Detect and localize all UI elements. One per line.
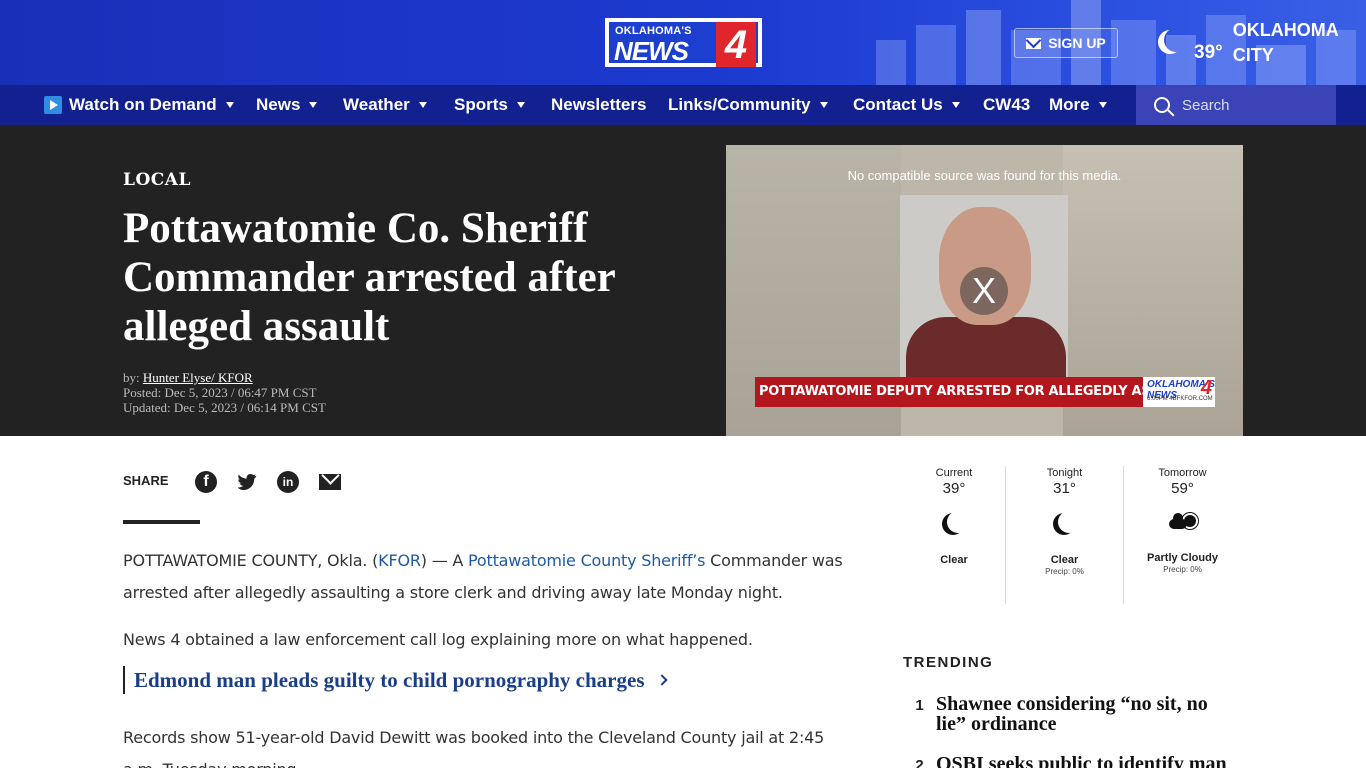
signup-label: SIGN UP	[1048, 35, 1106, 51]
signup-button[interactable]: SIGN UP	[1014, 28, 1118, 58]
chevron-down-icon	[819, 102, 828, 108]
logo-main-text: NEWS	[614, 36, 689, 66]
twitter-bird-shape	[237, 474, 257, 490]
nav-item-newsletters[interactable]: Newsletters	[551, 85, 646, 125]
nav-item-weather[interactable]: Weather	[343, 85, 427, 125]
email-icon[interactable]	[319, 471, 341, 493]
logo-number: 4	[716, 22, 756, 67]
chevron-down-icon	[1098, 102, 1107, 108]
nav-label: News	[256, 95, 301, 114]
site-logo[interactable]: OKLAHOMA'S NEWS 4	[605, 18, 762, 67]
nav-item-cw43[interactable]: CW43	[983, 85, 1030, 125]
lower-third-logo: OKLAHOMA'S NEWS 4 6:00PM 4BFKFOR.COM	[1143, 377, 1215, 407]
facebook-icon[interactable]: f	[195, 471, 217, 493]
posted-date: Posted: Dec 5, 2023 / 06:47 PM CST	[123, 385, 317, 400]
chevron-right-icon	[655, 674, 668, 686]
trending-title: OSBI seeks public to identify man	[936, 753, 1227, 768]
weather-temperature: 59°	[1171, 480, 1194, 497]
video-close-button[interactable]: X	[960, 267, 1008, 315]
article-byline: by: Hunter Elyse/ KFOR Posted: Dec 5, 20…	[123, 370, 326, 415]
related-article-link[interactable]: Edmond man pleads guilty to child pornog…	[123, 666, 668, 694]
nav-item-news[interactable]: News	[256, 85, 318, 125]
sheriff-link[interactable]: Pottawatomie County Sheriff’s	[468, 551, 705, 570]
paragraph-text: POTTAWATOMIE COUNTY, Okla. (	[123, 551, 379, 570]
author-link[interactable]: Hunter Elyse/ KFOR	[143, 370, 253, 385]
chevron-down-icon	[418, 102, 427, 108]
header-weather[interactable]: 39° OKLAHOMA CITY	[1156, 18, 1343, 68]
nav-label: Weather	[343, 95, 410, 114]
weather-column-current[interactable]: Current 39° Clear	[895, 466, 1013, 604]
article-paragraph: POTTAWATOMIE COUNTY, Okla. (KFOR) — A Po…	[123, 545, 843, 609]
moon-icon	[1058, 511, 1080, 533]
nav-label: Newsletters	[551, 95, 647, 114]
nav-item-watch-on-demand[interactable]: Watch on Demand	[44, 85, 234, 125]
video-error-message: No compatible source was found for this …	[847, 168, 1122, 183]
linkedin-icon[interactable]: in	[277, 471, 299, 493]
nav-item-contact-us[interactable]: Contact Us	[853, 85, 960, 125]
weather-condition: Clear	[1050, 554, 1079, 566]
article-paragraph: Records show 51-year-old David Dewitt wa…	[123, 728, 825, 768]
moon-icon	[1164, 28, 1188, 52]
partly-cloudy-icon	[1168, 511, 1198, 535]
weather-temperature: 39°	[942, 480, 966, 497]
trending-item[interactable]: 1 Shawnee considering “no sit, no lie” o…	[903, 694, 1233, 734]
share-divider	[123, 520, 200, 524]
weather-temperature: 31°	[1053, 480, 1076, 497]
search-placeholder: Search	[1182, 96, 1230, 114]
envelope-shape	[319, 474, 341, 490]
trending-heading: TRENDING	[903, 654, 994, 671]
paragraph-text: ) — A	[420, 551, 469, 570]
weather-period: Tonight	[1046, 467, 1083, 479]
video-player[interactable]: No compatible source was found for this …	[726, 145, 1243, 436]
search-input[interactable]: Search	[1136, 85, 1336, 125]
nav-label: Contact Us	[853, 95, 943, 114]
nav-item-links-community[interactable]: Links/Community	[668, 85, 828, 125]
kfor-link[interactable]: KFOR	[378, 551, 421, 570]
weather-column-tonight[interactable]: Tonight 31° Clear Precip: 0%	[1005, 466, 1123, 604]
header-temperature: 39°	[1194, 42, 1223, 63]
chevron-down-icon	[516, 102, 525, 108]
play-icon	[44, 96, 62, 114]
twitter-icon[interactable]	[236, 471, 258, 493]
article-paragraph: News 4 obtained a law enforcement call l…	[123, 630, 753, 649]
weather-period: Current	[935, 467, 973, 479]
article-category[interactable]: LOCAL	[123, 170, 191, 190]
mail-icon	[1026, 37, 1042, 49]
trending-item[interactable]: 2 OSBI seeks public to identify man	[903, 754, 1233, 768]
nav-label: More	[1049, 95, 1090, 114]
nav-label: Links/Community	[668, 95, 811, 114]
header-city: OKLAHOMA CITY	[1232, 20, 1339, 65]
trending-number: 1	[915, 697, 924, 714]
trending-title: Shawnee considering “no sit, no lie” ord…	[936, 693, 1208, 735]
nav-label: Sports	[454, 95, 508, 114]
weather-precip: Precip: 0%	[1163, 565, 1202, 574]
cloud-shape	[1168, 513, 1187, 529]
weather-column-tomorrow[interactable]: Tomorrow 59° Partly Cloudy Precip: 0%	[1123, 466, 1241, 604]
updated-date: Updated: Dec 5, 2023 / 06:14 PM CST	[123, 400, 326, 415]
share-label: SHARE	[123, 473, 169, 488]
weather-condition: Clear	[940, 554, 968, 566]
lower-third-text: POTTAWATOMIE DEPUTY ARRESTED FOR ALLEGED…	[755, 377, 1143, 407]
moon-icon	[947, 511, 969, 533]
chevron-down-icon	[951, 102, 960, 108]
logo-background: OKLAHOMA'S NEWS 4	[609, 22, 758, 67]
nav-label: CW43	[983, 95, 1031, 114]
nav-label: Watch on Demand	[69, 95, 217, 114]
article-headline: Pottawatomie Co. Sheriff Commander arres…	[123, 205, 615, 350]
weather-condition: Partly Cloudy	[1147, 552, 1218, 564]
trending-number: 2	[915, 757, 924, 768]
video-lower-third: POTTAWATOMIE DEPUTY ARRESTED FOR ALLEGED…	[755, 377, 1215, 407]
search-icon	[1154, 97, 1170, 113]
nav-item-more[interactable]: More	[1049, 85, 1107, 125]
chevron-down-icon	[309, 102, 318, 108]
weather-precip: Precip: 0%	[1045, 567, 1084, 576]
chevron-down-icon	[225, 102, 234, 108]
related-article-title: Edmond man pleads guilty to child pornog…	[134, 667, 645, 692]
weather-period: Tomorrow	[1158, 467, 1207, 479]
lower-third-small-text: 6:00PM 4BFKFOR.COM	[1147, 396, 1213, 402]
nav-item-sports[interactable]: Sports	[454, 85, 525, 125]
site-header: OKLAHOMA'S NEWS 4 SIGN UP 39° OKLAHOMA C…	[0, 0, 1366, 85]
byline-prefix: by:	[123, 370, 140, 385]
